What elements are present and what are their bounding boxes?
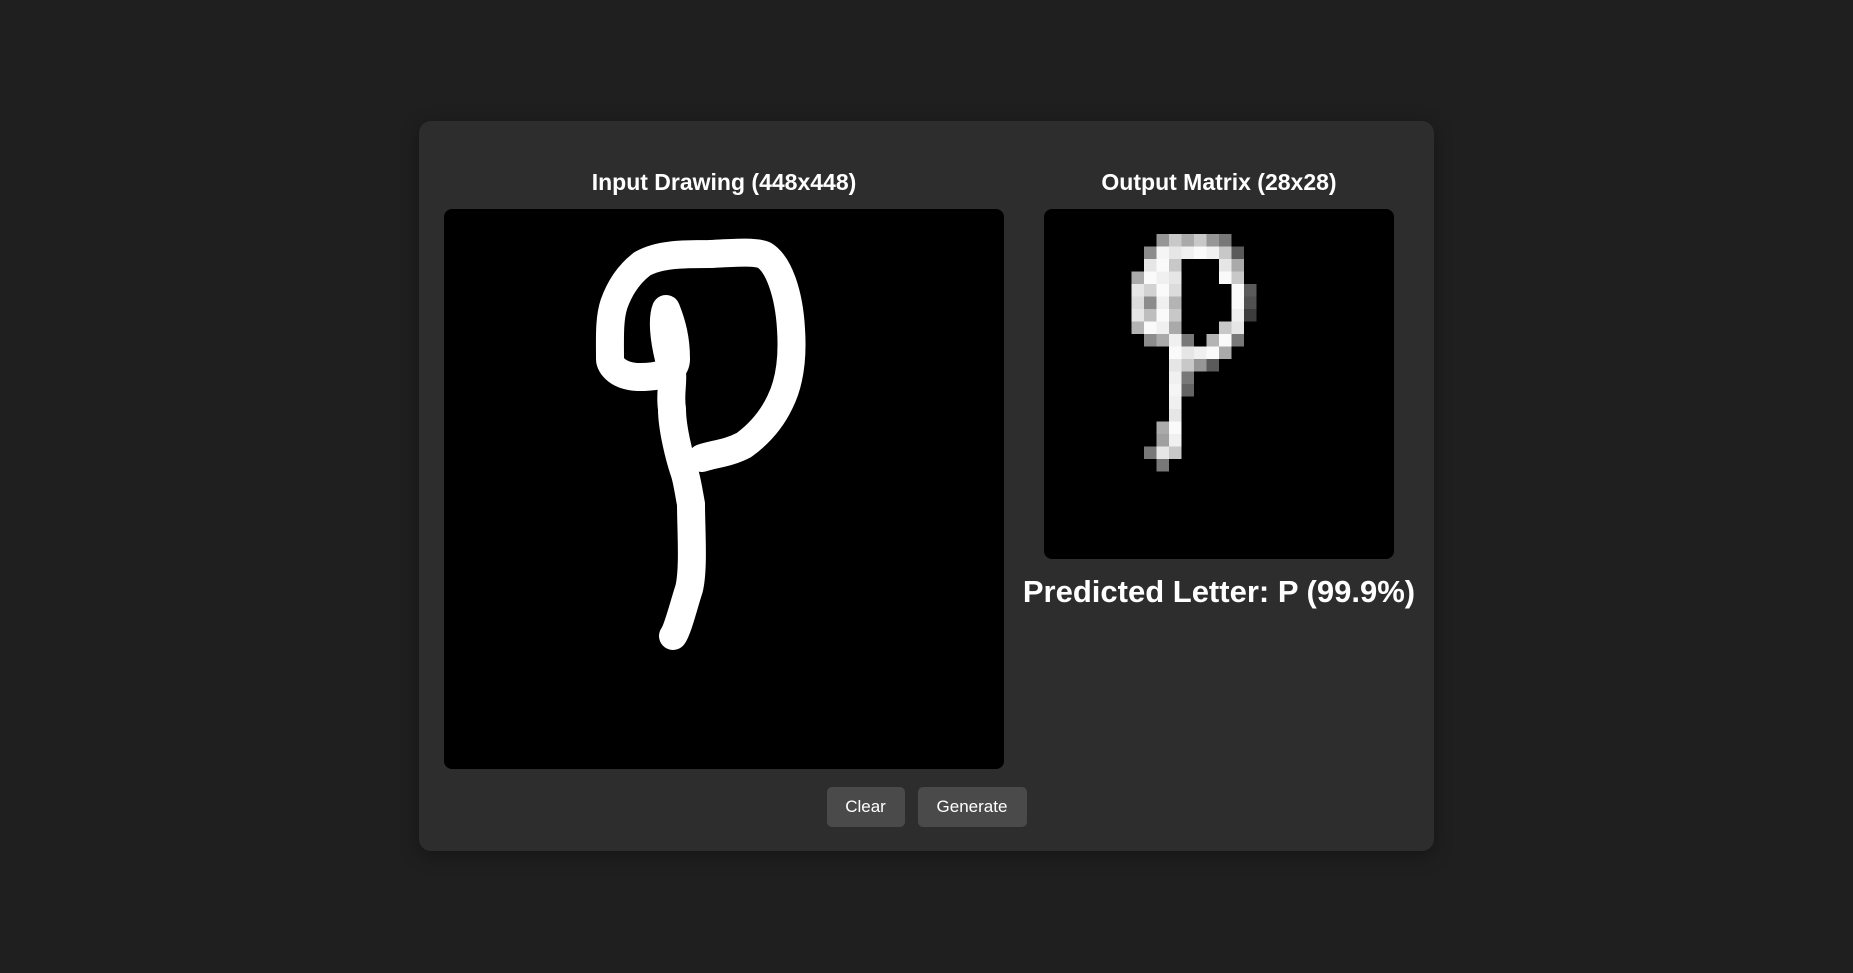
output-matrix-image (1044, 209, 1394, 559)
matrix-pixel (1156, 421, 1169, 434)
matrix-pixel (1144, 321, 1157, 334)
matrix-pixel (1131, 284, 1144, 297)
matrix-pixel (1156, 434, 1169, 447)
matrix-pixel (1144, 334, 1157, 347)
matrix-pixel (1156, 309, 1169, 322)
matrix-pixel (1156, 296, 1169, 309)
matrix-pixel (1131, 309, 1144, 322)
matrix-pixel (1219, 346, 1232, 359)
matrix-pixel (1144, 284, 1157, 297)
matrix-pixel (1231, 321, 1244, 334)
matrix-pixel (1206, 359, 1219, 372)
drawn-letter-stroke (595, 238, 806, 650)
predicted-letter-label: Predicted Letter: P (99.9%) (1022, 574, 1416, 609)
output-matrix-pixels (1131, 234, 1257, 472)
matrix-pixel (1156, 259, 1169, 272)
matrix-pixel (1169, 246, 1182, 259)
matrix-pixel (1181, 371, 1194, 384)
matrix-pixel (1194, 359, 1207, 372)
matrix-pixel (1194, 234, 1207, 247)
matrix-pixel (1219, 246, 1232, 259)
matrix-pixel (1244, 309, 1257, 322)
matrix-pixel (1231, 246, 1244, 259)
matrix-pixel (1144, 246, 1157, 259)
drawing-canvas[interactable] (444, 209, 1004, 769)
matrix-pixel (1156, 271, 1169, 284)
matrix-pixel (1194, 346, 1207, 359)
matrix-pixel (1169, 446, 1182, 459)
matrix-pixel (1219, 271, 1232, 284)
matrix-pixel (1144, 446, 1157, 459)
matrix-pixel (1231, 309, 1244, 322)
matrix-pixel (1169, 434, 1182, 447)
matrix-pixel (1219, 234, 1232, 247)
matrix-pixel (1181, 246, 1194, 259)
matrix-pixel (1206, 334, 1219, 347)
matrix-pixel (1169, 384, 1182, 397)
matrix-pixel (1169, 396, 1182, 409)
matrix-pixel (1169, 371, 1182, 384)
matrix-pixel (1156, 459, 1169, 472)
matrix-pixel (1231, 284, 1244, 297)
matrix-pixel (1181, 359, 1194, 372)
matrix-pixel (1169, 284, 1182, 297)
output-matrix-title: Output Matrix (28x28) (1101, 169, 1337, 195)
matrix-pixel (1231, 334, 1244, 347)
matrix-pixel (1156, 246, 1169, 259)
matrix-pixel (1206, 246, 1219, 259)
matrix-pixel (1231, 259, 1244, 272)
matrix-pixel (1131, 271, 1144, 284)
matrix-pixel (1156, 234, 1169, 247)
matrix-pixel (1181, 334, 1194, 347)
matrix-pixel (1169, 359, 1182, 372)
clear-button[interactable]: Clear (826, 787, 905, 827)
matrix-pixel (1169, 321, 1182, 334)
matrix-pixel (1194, 246, 1207, 259)
matrix-pixel (1169, 271, 1182, 284)
matrix-pixel (1144, 271, 1157, 284)
matrix-pixel (1169, 409, 1182, 422)
matrix-pixel (1169, 296, 1182, 309)
matrix-pixel (1131, 321, 1144, 334)
matrix-pixel (1144, 296, 1157, 309)
matrix-pixel (1144, 259, 1157, 272)
matrix-pixel (1219, 334, 1232, 347)
matrix-pixel (1169, 309, 1182, 322)
matrix-pixel (1169, 234, 1182, 247)
matrix-pixel (1231, 271, 1244, 284)
action-buttons: Clear Generate (419, 787, 1434, 827)
matrix-pixel (1244, 284, 1257, 297)
matrix-pixel (1219, 321, 1232, 334)
input-drawing-title: Input Drawing (448x448) (591, 169, 857, 195)
matrix-pixel (1181, 234, 1194, 247)
matrix-pixel (1144, 309, 1157, 322)
matrix-pixel (1156, 446, 1169, 459)
matrix-pixel (1169, 346, 1182, 359)
app-panel: Input Drawing (448x448) Output Matrix (2… (419, 121, 1434, 851)
matrix-pixel (1169, 334, 1182, 347)
matrix-pixel (1156, 284, 1169, 297)
matrix-pixel (1244, 296, 1257, 309)
matrix-pixel (1169, 421, 1182, 434)
matrix-pixel (1206, 346, 1219, 359)
matrix-pixel (1219, 259, 1232, 272)
matrix-pixel (1231, 296, 1244, 309)
matrix-pixel (1181, 384, 1194, 397)
matrix-pixel (1131, 296, 1144, 309)
matrix-pixel (1206, 234, 1219, 247)
generate-button[interactable]: Generate (917, 787, 1027, 827)
matrix-pixel (1181, 346, 1194, 359)
matrix-pixel (1156, 334, 1169, 347)
matrix-pixel (1156, 321, 1169, 334)
matrix-pixel (1169, 259, 1182, 272)
